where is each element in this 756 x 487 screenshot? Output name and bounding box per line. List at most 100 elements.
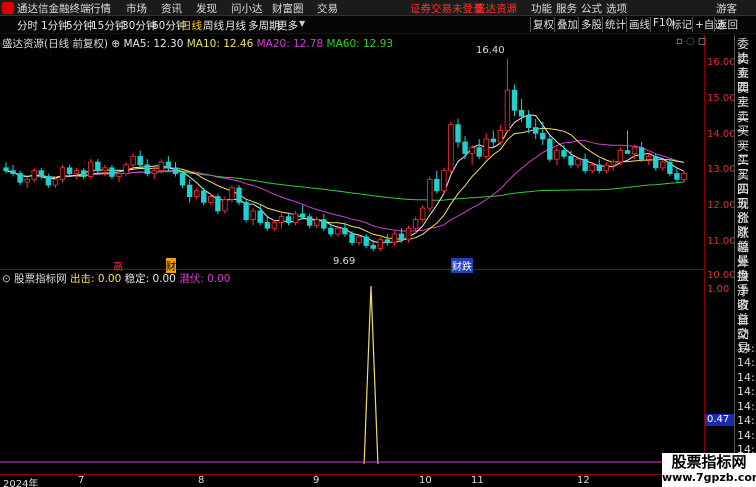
candle-body[interactable] <box>490 138 497 143</box>
period-multi[interactable]: 多周期 <box>248 18 280 33</box>
candle-body[interactable] <box>271 222 278 229</box>
candle-body[interactable] <box>582 158 588 172</box>
stock-link[interactable]: 盛达资源 <box>475 1 517 16</box>
candle-body[interactable] <box>66 167 73 174</box>
candle-body[interactable] <box>95 161 101 172</box>
candle-body[interactable] <box>102 167 108 172</box>
candle-body[interactable] <box>165 161 172 169</box>
candle-body[interactable] <box>518 109 525 117</box>
candle-body[interactable] <box>462 141 468 154</box>
candle-body[interactable] <box>596 164 602 172</box>
marker-caidie[interactable]: 财跌 <box>451 258 473 273</box>
period-daily[interactable]: 日线 <box>181 18 202 33</box>
menu-gongshi[interactable]: 公式 <box>581 1 602 16</box>
candle-body[interactable] <box>342 227 348 235</box>
period-1min[interactable]: 1分钟 <box>41 18 69 33</box>
candle-body[interactable] <box>299 213 306 218</box>
period-more[interactable]: 更多 <box>277 18 298 33</box>
period-fenshi[interactable]: 分时 <box>17 18 38 33</box>
tongji-button[interactable]: 统计 <box>602 17 626 32</box>
candle-body[interactable] <box>109 167 115 177</box>
candle-body[interactable] <box>469 147 475 154</box>
candle-body[interactable] <box>172 167 179 174</box>
candle-body[interactable] <box>3 167 9 172</box>
period-monthly[interactable]: 月线 <box>225 18 246 33</box>
candle-body[interactable] <box>17 173 23 183</box>
candlestick-chart[interactable] <box>0 35 705 269</box>
candle-body[interactable] <box>80 170 87 177</box>
biaoji-button[interactable]: 标记 <box>668 17 692 32</box>
candle-body[interactable] <box>208 196 214 203</box>
candle-body[interactable] <box>427 178 433 209</box>
marker-gao[interactable]: 高 <box>113 258 123 273</box>
menu-fuwu[interactable]: 服务 <box>556 1 577 16</box>
candle-body[interactable] <box>314 219 320 226</box>
candle-body[interactable] <box>511 89 518 111</box>
candle-body[interactable] <box>158 161 165 172</box>
candle-body[interactable] <box>215 196 221 212</box>
huaxian-button[interactable]: 画线 <box>626 17 650 32</box>
candle-body[interactable] <box>377 239 384 249</box>
candle-body[interactable] <box>328 227 334 235</box>
candle-body[interactable] <box>441 170 447 192</box>
candle-body[interactable] <box>638 147 645 160</box>
candle-body[interactable] <box>243 201 249 221</box>
candle-body[interactable] <box>130 155 136 166</box>
menu-caifuquan[interactable]: 财富圈 <box>272 1 304 16</box>
candle-body[interactable] <box>667 161 673 174</box>
candle-body[interactable] <box>504 89 511 131</box>
candle-body[interactable] <box>10 170 16 174</box>
candle-body[interactable] <box>306 216 313 226</box>
candle-body[interactable] <box>610 161 617 166</box>
candle-body[interactable] <box>561 150 567 157</box>
candle-body[interactable] <box>532 127 539 134</box>
chevron-down-icon[interactable]: ▼ <box>299 19 305 28</box>
candle-body[interactable] <box>186 184 193 197</box>
menu-shichang[interactable]: 市场 <box>126 1 147 16</box>
candle-body[interactable] <box>151 170 158 174</box>
candle-body[interactable] <box>24 178 30 183</box>
candle-body[interactable] <box>525 115 532 128</box>
menu-faxian[interactable]: 发现 <box>196 1 217 16</box>
duogu-button[interactable]: 多股 <box>578 17 602 32</box>
candle-body[interactable] <box>179 173 186 186</box>
menu-wenxiaoda[interactable]: 问小达 <box>231 1 263 16</box>
login-notice[interactable]: 证券交易未登录 <box>410 1 484 16</box>
user-label[interactable]: 游客 <box>716 1 737 16</box>
candle-body[interactable] <box>603 164 610 172</box>
candle-body[interactable] <box>554 150 560 160</box>
candle-body[interactable] <box>455 124 461 143</box>
candle-body[interactable] <box>568 155 574 166</box>
candle-body[interactable] <box>356 236 362 244</box>
candle-body[interactable] <box>349 233 355 244</box>
candle-body[interactable] <box>398 233 405 241</box>
candle-body[interactable] <box>59 167 66 180</box>
candle-body[interactable] <box>38 170 45 177</box>
candle-body[interactable] <box>45 176 52 186</box>
candle-body[interactable] <box>116 173 122 177</box>
period-15min[interactable]: 15分钟 <box>91 18 125 33</box>
candle-body[interactable] <box>660 161 666 169</box>
candle-body[interactable] <box>653 155 659 169</box>
period-weekly[interactable]: 周线 <box>203 18 224 33</box>
candle-body[interactable] <box>405 227 412 241</box>
candle-body[interactable] <box>391 233 398 244</box>
candle-body[interactable] <box>483 138 489 157</box>
candle-body[interactable] <box>264 222 271 229</box>
marker-cai[interactable]: 财 <box>166 258 176 273</box>
candle-body[interactable] <box>250 210 256 221</box>
candle-body[interactable] <box>278 216 285 223</box>
candle-body[interactable] <box>137 155 143 166</box>
candle-body[interactable] <box>222 199 228 212</box>
candle-body[interactable] <box>144 164 150 174</box>
candle-body[interactable] <box>384 239 391 244</box>
menu-xuanxiang[interactable]: 选项 <box>606 1 627 16</box>
fuquan-button[interactable]: 复权 <box>530 17 554 32</box>
candle-body[interactable] <box>540 132 546 140</box>
candle-body[interactable] <box>575 158 581 166</box>
candle-body[interactable] <box>88 161 94 177</box>
menu-zixun[interactable]: 资讯 <box>161 1 182 16</box>
period-5min[interactable]: 5分钟 <box>66 18 94 33</box>
candle-body[interactable] <box>229 187 235 200</box>
candle-body[interactable] <box>624 150 631 154</box>
